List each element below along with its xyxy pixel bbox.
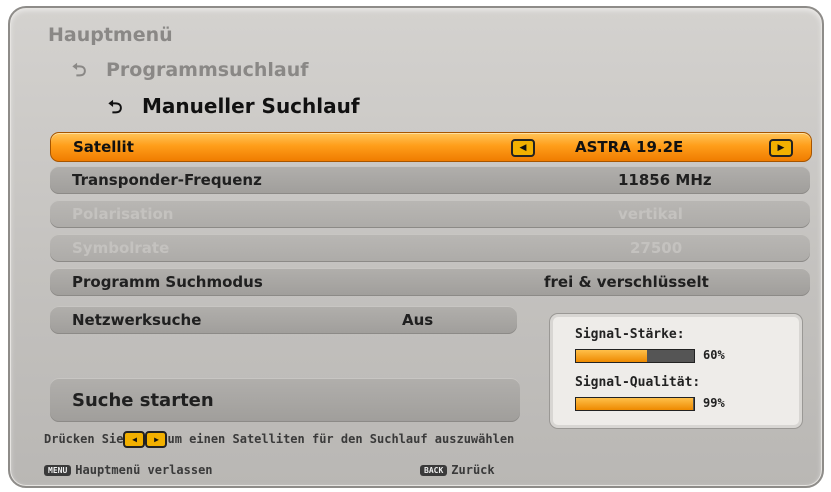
search-mode-value: frei & verschlüsselt <box>544 273 709 291</box>
help-hint: Drücken Sie ◀ ▶ um einen Satelliten für den… <box>44 431 514 448</box>
start-search-button[interactable]: Suche starten <box>50 378 520 422</box>
hint-suffix: um einen Satelliten für den Suchlauf aus… <box>167 432 515 446</box>
satellite-label: Satellit <box>73 138 134 156</box>
page-title-label: Manueller Suchlauf <box>142 94 360 118</box>
breadcrumb-channel-search: ⮌ Programmsuchlauf <box>72 58 309 88</box>
arrow-left-icon[interactable]: ◀ <box>511 139 535 157</box>
arrow-right-icon[interactable]: ▶ <box>769 139 793 157</box>
arrow-right-key-icon: ▶ <box>145 431 168 448</box>
polarisation-row: Polarisation vertikal <box>50 200 810 228</box>
transponder-label: Transponder-Frequenz <box>72 171 262 189</box>
start-search-label: Suche starten <box>72 390 214 411</box>
transponder-row[interactable]: Transponder-Frequenz 11856 MHz <box>50 166 810 194</box>
satellite-row[interactable]: Satellit ◀ ASTRA 19.2E ▶ <box>50 132 812 162</box>
main-menu-panel: Hauptmenü ⮌ Programmsuchlauf ⮌ Manueller S… <box>8 6 824 488</box>
polarisation-value: vertikal <box>618 205 683 223</box>
polarisation-label: Polarisation <box>72 205 174 223</box>
transponder-value: 11856 MHz <box>618 171 712 189</box>
symbolrate-row: Symbolrate 27500 <box>50 234 810 262</box>
signal-quality-fill <box>576 398 693 410</box>
arrow-left-key-icon: ◀ <box>123 431 146 448</box>
back-label: Zurück <box>451 463 495 477</box>
signal-quality-bar <box>575 397 695 411</box>
footer-back-hint: BACK Zurück <box>420 463 495 477</box>
signal-strength-fill <box>576 350 647 362</box>
footer-exit-hint: MENU Hauptmenü verlassen <box>44 463 213 477</box>
signal-strength-value: 60% <box>703 348 725 362</box>
search-mode-label: Programm Suchmodus <box>72 273 263 291</box>
search-mode-row[interactable]: Programm Suchmodus frei & verschlüsselt <box>50 268 810 296</box>
back-key-icon: BACK <box>420 465 448 476</box>
network-search-label: Netzwerksuche <box>72 311 202 329</box>
signal-strength-bar <box>575 349 695 363</box>
return-arrow-icon: ⮌ <box>108 97 123 118</box>
signal-quality-label: Signal-Qualität: <box>575 375 701 390</box>
signal-strength-label: Signal-Stärke: <box>575 327 685 342</box>
breadcrumb-level2-label: Programmsuchlauf <box>106 59 309 81</box>
network-search-row[interactable]: Netzwerksuche Aus <box>50 306 517 334</box>
hint-prefix: Drücken Sie <box>44 432 124 446</box>
return-arrow-icon: ⮌ <box>72 60 87 81</box>
network-search-value: Aus <box>402 311 434 329</box>
symbolrate-label: Symbolrate <box>72 239 170 257</box>
breadcrumb-main-menu: Hauptmenü <box>48 24 173 46</box>
menu-key-icon: MENU <box>44 465 72 476</box>
page-title: ⮌ Manueller Suchlauf <box>108 94 360 125</box>
satellite-value: ASTRA 19.2E <box>575 138 684 156</box>
symbolrate-value: 27500 <box>630 239 683 257</box>
breadcrumb-level1-label: Hauptmenü <box>48 24 173 46</box>
exit-menu-label: Hauptmenü verlassen <box>75 463 213 477</box>
signal-panel: Signal-Stärke: 60% Signal-Qualität: 99% <box>550 314 802 428</box>
signal-quality-value: 99% <box>703 396 725 410</box>
